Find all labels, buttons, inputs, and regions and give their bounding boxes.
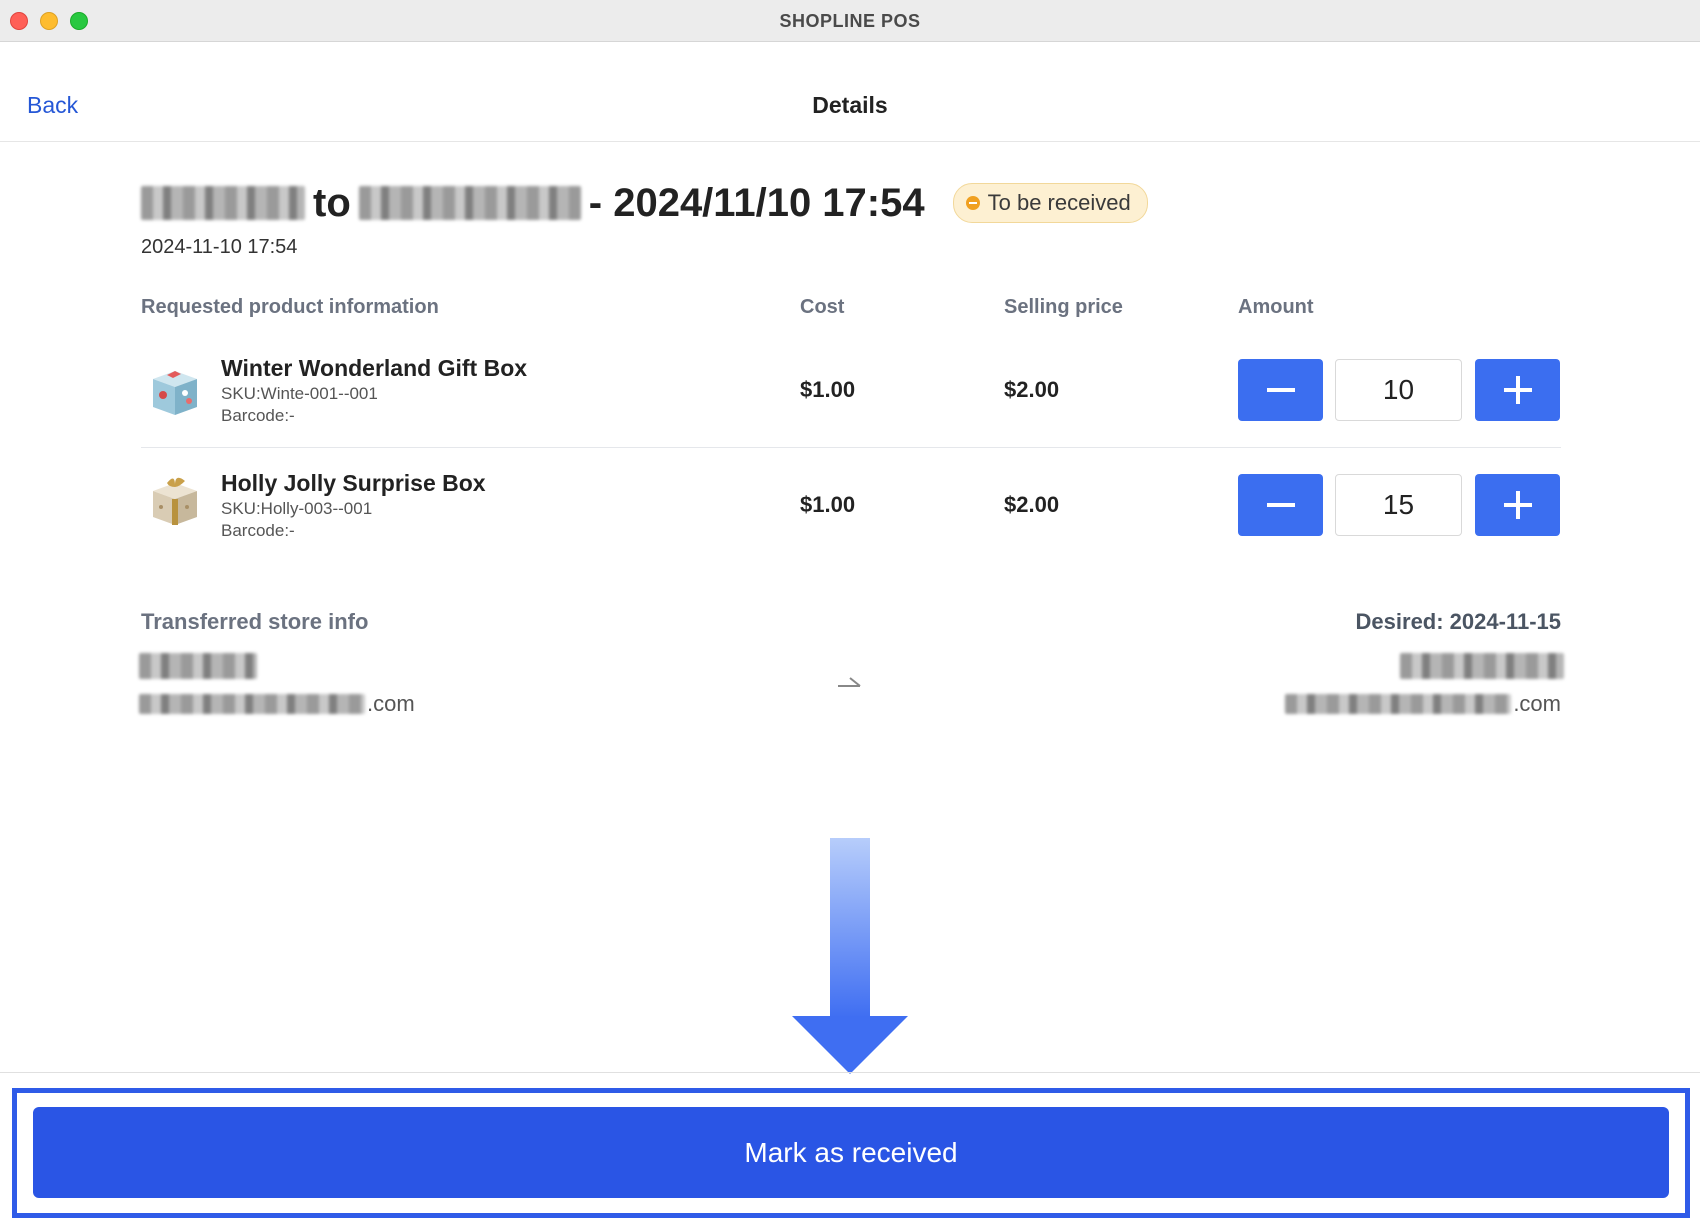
column-header-selling-price: Selling price [1004, 296, 1123, 318]
redacted-destination-email [1285, 694, 1512, 714]
origin-email-suffix: .com [367, 691, 415, 716]
status-badge: To be received [952, 183, 1148, 223]
destination-store-email: .com [1285, 691, 1561, 717]
product-cost: $1.00 [800, 377, 856, 402]
mark-as-received-button[interactable]: Mark as received [33, 1107, 1669, 1198]
product-name: Holly Jolly Surprise Box [221, 470, 486, 496]
pending-status-icon [965, 196, 980, 210]
product-selling-price: $2.00 [1004, 492, 1060, 517]
heading-datetime: - 2024/11/10 17:54 [588, 180, 925, 225]
decrease-quantity-button[interactable] [1238, 359, 1323, 421]
table-row: Holly Jolly Surprise Box SKU:Holly-003--… [141, 448, 1561, 562]
decrease-quantity-button[interactable] [1238, 474, 1323, 536]
created-date: 2024-11-10 17:54 [141, 236, 298, 258]
destination-email-suffix: .com [1513, 691, 1561, 716]
redacted-origin-store [141, 186, 305, 220]
product-sku: SKU:Winte-001--001 [221, 384, 378, 403]
product-barcode: Barcode:- [221, 521, 295, 540]
origin-store-email: .com [139, 691, 415, 717]
desired-date: Desired: 2024-11-15 [1355, 609, 1561, 634]
product-barcode: Barcode:- [221, 406, 295, 425]
column-header-amount: Amount [1238, 296, 1314, 318]
gift-box-image [153, 371, 197, 415]
increase-quantity-button[interactable] [1475, 474, 1560, 536]
column-header-product: Requested product information [141, 296, 439, 318]
gift-box-image [153, 477, 197, 525]
transfer-heading: to - 2024/11/10 17:54 To be received [141, 178, 1148, 228]
window-title: SHOPLINE POS [779, 11, 921, 31]
minus-icon [1266, 388, 1295, 392]
window-titlebar: SHOPLINE POS [0, 0, 1700, 42]
increase-quantity-button[interactable] [1475, 359, 1560, 421]
product-selling-price: $2.00 [1004, 377, 1060, 402]
redacted-destination-store [358, 186, 581, 220]
footer-divider [0, 1072, 1700, 1073]
status-badge-label: To be received [987, 190, 1131, 215]
table-row: Winter Wonderland Gift Box SKU:Winte-001… [141, 333, 1561, 448]
plus-icon [1503, 491, 1532, 519]
transferred-store-info-label: Transferred store info [141, 609, 369, 634]
redacted-destination-store-name [1400, 653, 1564, 679]
redacted-origin-email [139, 694, 365, 714]
page-title: Details [812, 92, 888, 118]
page-header: Back Details [0, 42, 1700, 142]
column-header-cost: Cost [800, 296, 845, 318]
product-name: Winter Wonderland Gift Box [221, 355, 528, 381]
arrow-right-icon [838, 677, 861, 687]
heading-connector: to [313, 180, 351, 225]
minus-icon [1266, 503, 1295, 507]
arrow-down-icon [792, 838, 908, 1074]
product-sku: SKU:Holly-003--001 [221, 499, 373, 518]
quantity-input[interactable]: 15 [1335, 474, 1462, 536]
plus-icon [1503, 376, 1532, 404]
product-cost: $1.00 [800, 492, 856, 517]
quantity-input[interactable]: 10 [1335, 359, 1462, 421]
redacted-origin-store-name [139, 653, 257, 679]
